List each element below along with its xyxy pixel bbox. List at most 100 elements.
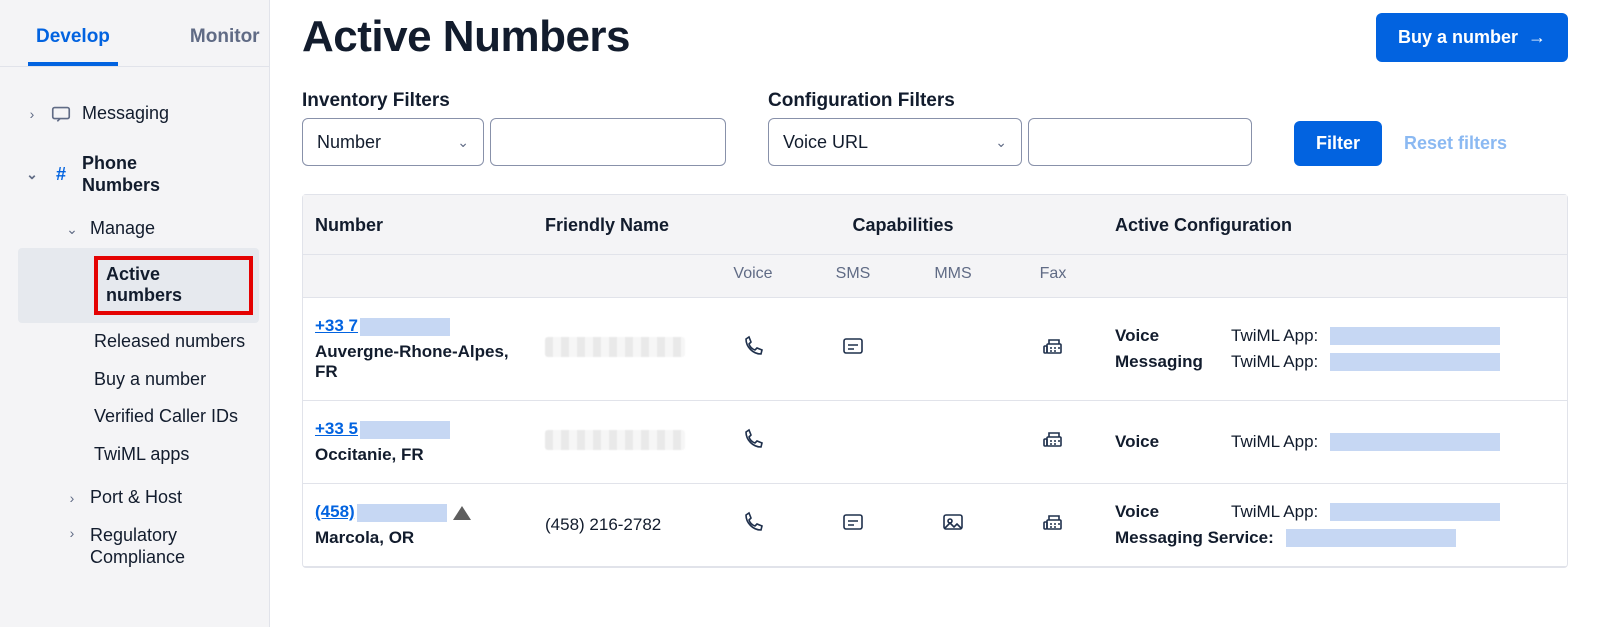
button-label: Buy a number (1398, 27, 1518, 48)
select-value: Number (317, 132, 381, 153)
friendly-name-redacted (545, 430, 685, 450)
sidebar-item-label: Messaging (82, 103, 169, 125)
number-link[interactable]: (458) (315, 502, 447, 522)
config-line: Messaging TwiML App: (1115, 352, 1501, 372)
friendly-name-text: (458) 216-2782 (545, 515, 661, 534)
chevron-down-icon: ⌄ (64, 221, 80, 238)
configuration-filters: Configuration Filters Voice URL ⌄ (768, 90, 1252, 166)
sidebar-item-active-numbers[interactable]: Active numbers (18, 248, 259, 323)
chevron-down-icon: ⌄ (995, 134, 1007, 151)
capability-voice (703, 410, 803, 475)
filter-actions: Filter Reset filters (1294, 121, 1507, 166)
number-link[interactable]: +33 5 (315, 419, 450, 439)
config-line: Voice TwiML App: (1115, 502, 1501, 522)
sidebar-item-regulatory-compliance[interactable]: › Regulatory Compliance (18, 517, 259, 576)
capability-fax (1003, 317, 1103, 382)
chevron-right-icon: › (24, 106, 40, 123)
sidebar-item-label: Regulatory Compliance (90, 525, 210, 568)
cell-active-configuration: Voice TwiML App: Messaging Service: (1103, 484, 1513, 566)
cell-friendly-name (533, 412, 703, 473)
table-row: (458) Marcola, OR (458) 216-2782 Voice T… (303, 484, 1567, 567)
inventory-filter-select[interactable]: Number ⌄ (302, 118, 484, 166)
sidebar-item-verified-caller-ids[interactable]: Verified Caller IDs (18, 398, 259, 436)
capability-voice (703, 317, 803, 382)
sidebar-item-label: Verified Caller IDs (94, 406, 238, 428)
config-line: Voice TwiML App: (1115, 432, 1501, 452)
cell-friendly-name (533, 319, 703, 380)
reset-filters-link[interactable]: Reset filters (1404, 133, 1507, 154)
table-body: +33 7 Auvergne-Rhone-Alpes, FR Voice Twi… (303, 298, 1567, 567)
inventory-filters-label: Inventory Filters (302, 90, 726, 112)
config-value-redacted (1330, 327, 1500, 345)
sidebar-item-port-host[interactable]: › Port & Host (18, 479, 259, 517)
titlebar: Active Numbers Buy a number → (302, 12, 1568, 62)
configuration-filter-input[interactable] (1028, 118, 1252, 166)
sidebar-item-label: Phone Numbers (82, 153, 192, 196)
cell-number: +33 5 Occitanie, FR (303, 401, 533, 483)
config-label: TwiML App: (1231, 352, 1318, 372)
cell-active-configuration: Voice TwiML App: (1103, 414, 1513, 470)
sidebar-item-label: Released numbers (94, 331, 245, 353)
chevron-right-icon: › (64, 525, 80, 542)
capability-fax (1003, 493, 1103, 558)
capability-sms (803, 493, 903, 558)
sidebar-item-manage[interactable]: ⌄ Manage (18, 210, 259, 248)
configuration-filter-select[interactable]: Voice URL ⌄ (768, 118, 1022, 166)
subhead-blank (303, 255, 533, 297)
table-row: +33 7 Auvergne-Rhone-Alpes, FR Voice Twi… (303, 298, 1567, 401)
sidebar-item-label: Buy a number (94, 369, 206, 391)
page-title: Active Numbers (302, 12, 630, 62)
chat-icon (50, 103, 72, 125)
cell-active-configuration: Voice TwiML App: Messaging TwiML App: (1103, 308, 1513, 390)
table-subheader: Voice SMS MMS Fax (303, 255, 1567, 298)
capability-fax (1003, 410, 1103, 475)
cell-friendly-name: (458) 216-2782 (533, 497, 703, 553)
config-value-redacted (1330, 433, 1500, 451)
tab-monitor[interactable]: Monitor (182, 18, 268, 66)
buy-a-number-button[interactable]: Buy a number → (1376, 13, 1568, 62)
config-line: Voice TwiML App: (1115, 326, 1501, 346)
sidebar-nav: › Messaging ⌄ # Phone Numbers ⌄ Manage A… (0, 67, 269, 576)
number-redacted (357, 504, 447, 522)
sidebar: Develop Monitor › Messaging ⌄ # Phone Nu… (0, 0, 270, 627)
sidebar-tabbar: Develop Monitor (0, 10, 269, 67)
inventory-filter-input[interactable] (490, 118, 726, 166)
filters-bar: Inventory Filters Number ⌄ Configuration… (302, 90, 1568, 166)
subhead-blank (533, 255, 703, 297)
number-link[interactable]: +33 7 (315, 316, 450, 336)
table-header: Number Friendly Name Capabilities Active… (303, 195, 1567, 255)
configuration-filters-label: Configuration Filters (768, 90, 1252, 112)
triangle-icon (453, 506, 471, 520)
config-key: Messaging Service: (1115, 528, 1274, 548)
cell-number: +33 7 Auvergne-Rhone-Alpes, FR (303, 298, 533, 400)
number-location: Auvergne-Rhone-Alpes, FR (315, 342, 521, 382)
chevron-down-icon: ⌄ (457, 134, 469, 151)
sidebar-item-messaging[interactable]: › Messaging (18, 95, 259, 133)
tab-develop[interactable]: Develop (28, 18, 118, 66)
capability-sms (803, 317, 903, 382)
arrow-right-icon: → (1528, 27, 1546, 48)
config-line: Messaging Service: (1115, 528, 1501, 548)
config-value-redacted (1330, 353, 1500, 371)
select-value: Voice URL (783, 132, 868, 153)
sidebar-item-label: Port & Host (90, 487, 182, 509)
config-key: Messaging (1115, 352, 1219, 372)
col-friendly-name: Friendly Name (533, 195, 703, 254)
sidebar-item-buy-a-number[interactable]: Buy a number (18, 361, 259, 399)
cell-number: (458) Marcola, OR (303, 484, 533, 566)
chevron-right-icon: › (64, 490, 80, 507)
number-location: Marcola, OR (315, 528, 521, 548)
config-key: Voice (1115, 502, 1219, 522)
numbers-table: Number Friendly Name Capabilities Active… (302, 194, 1568, 568)
sidebar-item-twiml-apps[interactable]: TwiML apps (18, 436, 259, 474)
subcol-voice: Voice (703, 255, 803, 297)
sidebar-item-label: Manage (90, 218, 155, 240)
sidebar-item-phone-numbers[interactable]: ⌄ # Phone Numbers (18, 145, 259, 204)
inventory-filters: Inventory Filters Number ⌄ (302, 90, 726, 166)
number-redacted (360, 421, 450, 439)
capability-voice (703, 493, 803, 558)
filter-button[interactable]: Filter (1294, 121, 1382, 166)
number-location: Occitanie, FR (315, 445, 521, 465)
config-label: TwiML App: (1231, 326, 1318, 346)
sidebar-item-released-numbers[interactable]: Released numbers (18, 323, 259, 361)
